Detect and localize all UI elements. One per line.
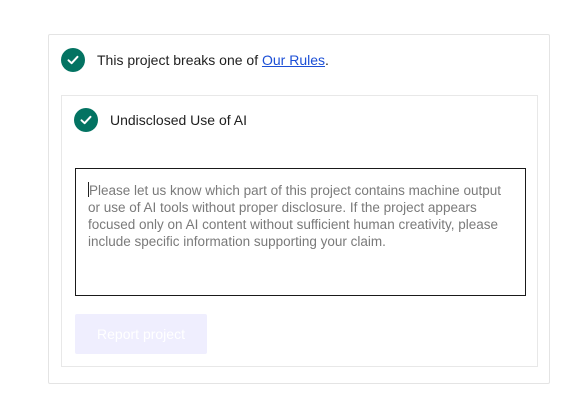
rule-statement-suffix: . [325,52,329,68]
rule-confirmation-row[interactable]: This project breaks one of Our Rules. [61,48,329,72]
details-textarea[interactable]: Please let us know which part of this pr… [75,168,526,296]
reason-label: Undisclosed Use of AI [110,112,247,128]
check-circle-icon[interactable] [61,48,85,72]
rule-statement: This project breaks one of Our Rules. [97,52,329,68]
rule-statement-prefix: This project breaks one of [97,52,262,68]
report-project-button[interactable]: Report project [75,314,207,354]
reason-panel: Undisclosed Use of AI Please let us know… [61,95,538,367]
details-placeholder: Please let us know which part of this pr… [88,183,501,249]
our-rules-link[interactable]: Our Rules [262,52,325,68]
reason-option-row[interactable]: Undisclosed Use of AI [74,108,247,132]
check-circle-icon[interactable] [74,108,98,132]
report-panel: This project breaks one of Our Rules. Un… [48,34,550,384]
